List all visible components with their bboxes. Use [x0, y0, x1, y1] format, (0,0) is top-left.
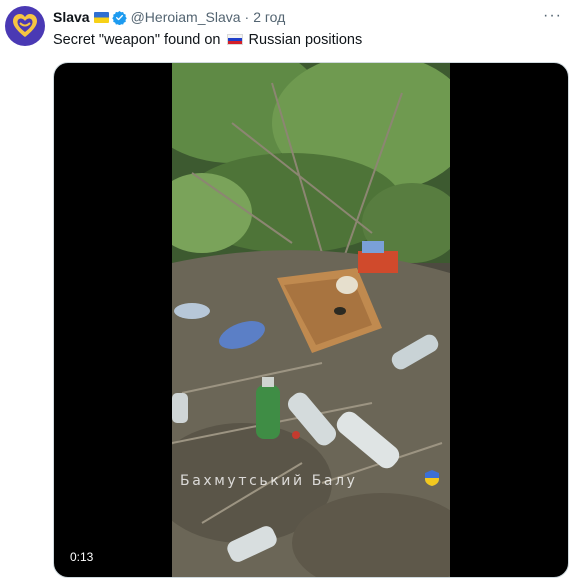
russia-flag-icon — [226, 34, 243, 45]
author-handle[interactable]: @Heroiam_Slava — [131, 8, 241, 26]
tweet-text-part-1: Secret "weapon" found on — [53, 32, 225, 48]
tweet-header: Slava @Heroiam_Slava · 2 год — [53, 8, 285, 26]
video-timecode: 0:13 — [65, 548, 99, 566]
more-options-icon[interactable]: ··· — [543, 8, 562, 24]
author-name[interactable]: Slava — [53, 8, 90, 26]
video-watermark: Бахмутський Балу — [180, 473, 358, 489]
watermark-flag-icon — [425, 470, 439, 486]
heart-logo-icon — [13, 14, 37, 37]
verified-badge-icon — [111, 10, 127, 25]
ukraine-flag-icon — [93, 11, 109, 23]
tweet-text: Secret "weapon" found on Russian positio… — [53, 30, 362, 50]
header-separator: · — [244, 9, 250, 25]
tweet[interactable]: Slava @Heroiam_Slava · 2 год ··· Secret … — [0, 0, 582, 582]
video-player[interactable]: Бахмутський Балу 0:13 — [53, 62, 569, 578]
video-frame[interactable]: Бахмутський Балу — [172, 63, 450, 577]
tweet-time[interactable]: 2 год — [253, 8, 285, 26]
tweet-text-part-2: Russian positions — [244, 32, 363, 48]
video-still-image — [172, 63, 450, 577]
avatar[interactable] — [5, 6, 45, 46]
